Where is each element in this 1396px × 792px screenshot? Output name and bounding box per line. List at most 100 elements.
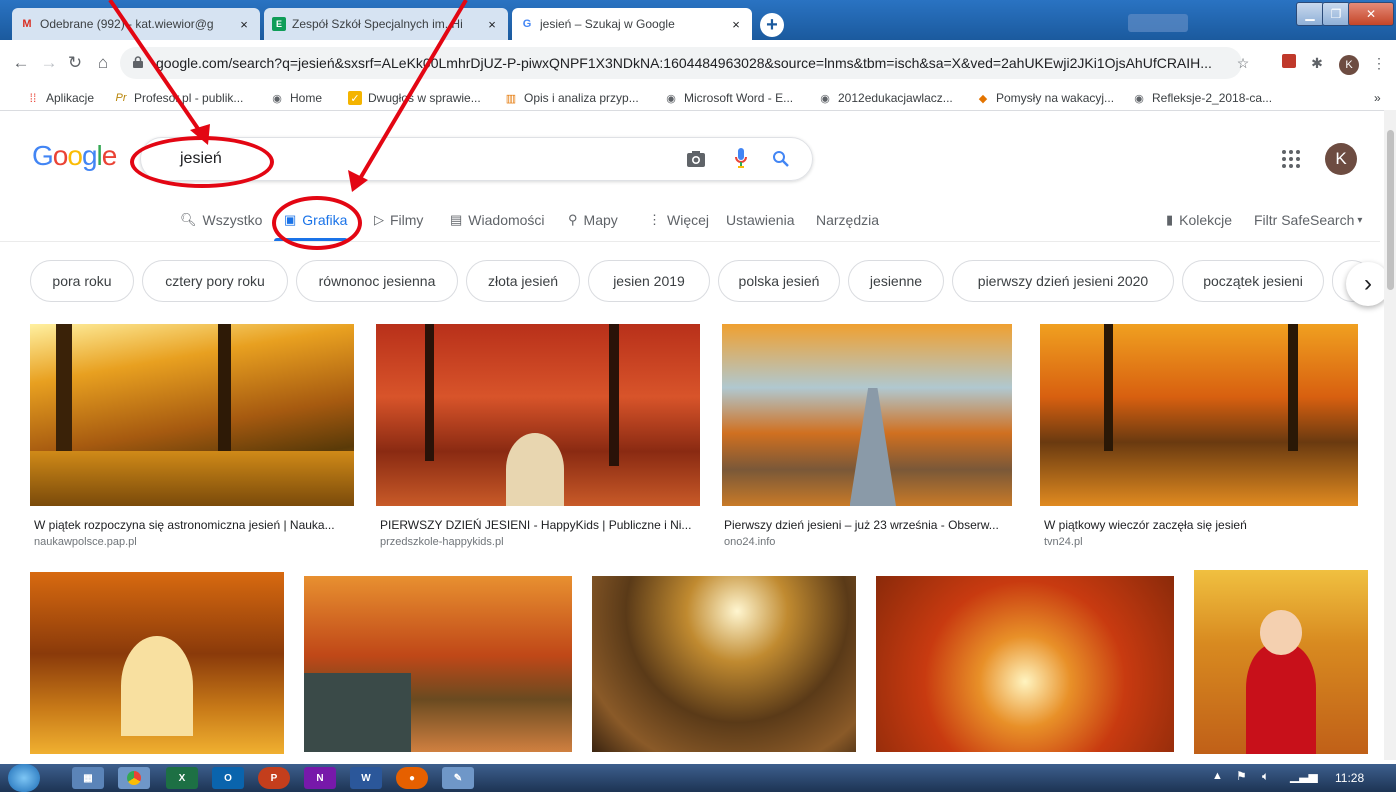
bookmarks-more[interactable]: » <box>1374 88 1381 108</box>
bookmark-refleksje[interactable]: ◉ Refleksje-2_2018-ca... <box>1132 88 1272 108</box>
chip-polska-jesien[interactable]: polska jesień <box>718 260 840 302</box>
tab-ustawienia[interactable]: Ustawienia <box>726 208 794 232</box>
bookmark-home[interactable]: ◉ Home <box>270 88 322 108</box>
acrobat-extension-icon[interactable] <box>1278 52 1300 74</box>
tab-mapy[interactable]: ⚲ Mapy <box>568 208 618 232</box>
scrollbar-thumb[interactable] <box>1387 130 1394 290</box>
image-caption[interactable]: PIERWSZY DZIEŃ JESIENI - HappyKids | Pub… <box>380 518 700 532</box>
google-apps-icon[interactable] <box>1281 149 1301 169</box>
image-source: ono24.info <box>724 536 776 548</box>
excel-icon[interactable]: X <box>166 767 198 789</box>
browser-tab-gmail[interactable]: M Odebrane (992) - kat.wiewior@g × <box>12 8 260 40</box>
image-result-9[interactable] <box>1194 570 1368 754</box>
action-center-flag-icon[interactable]: ⚑ <box>1236 769 1247 783</box>
bookmark-pomysly[interactable]: ◆ Pomysły na wakacyj... <box>976 88 1114 108</box>
close-icon[interactable]: × <box>484 17 500 32</box>
profile-avatar[interactable]: K <box>1338 52 1360 75</box>
chip-rownonoc-jesienna[interactable]: równonoc jesienna <box>296 260 458 302</box>
image-result-5[interactable] <box>30 572 284 754</box>
taskbar-clock[interactable]: 11:28 <box>1335 771 1364 785</box>
bookmark-site-icon: ▥ <box>505 92 517 105</box>
tab-filmy[interactable]: ▷ Filmy <box>374 208 423 232</box>
search-icon[interactable] <box>772 150 790 168</box>
logo-letter: G <box>32 140 54 171</box>
word-icon[interactable]: W <box>350 767 382 789</box>
window-search-box[interactable] <box>1128 14 1188 32</box>
tab-narzedzia[interactable]: Narzędzia <box>816 208 879 232</box>
collections-label: Kolekcje <box>1179 212 1233 228</box>
paint-icon[interactable]: ✎ <box>442 767 474 789</box>
extensions-icon[interactable]: ✱ <box>1306 52 1328 74</box>
minimize-icon[interactable]: ▁ <box>1296 2 1324 26</box>
browser-tab-google[interactable]: G jesień – Szukaj w Google × <box>512 8 752 40</box>
menu-kebab-icon[interactable]: ⋮ <box>1368 52 1390 74</box>
tab-wiadomosci[interactable]: ▤ Wiadomości <box>450 208 545 232</box>
tab-wiecej[interactable]: ⋮ Więcej <box>648 208 709 232</box>
camera-icon[interactable] <box>686 150 706 168</box>
chip-pierwszy-dzien-jesieni-2020[interactable]: pierwszy dzień jesieni 2020 <box>952 260 1174 302</box>
logo-letter: g <box>81 140 98 171</box>
chip-pora-roku[interactable]: pora roku <box>30 260 134 302</box>
image-result-6[interactable] <box>304 576 572 752</box>
image-result-8[interactable] <box>876 576 1174 752</box>
new-tab-button[interactable]: + <box>760 13 784 37</box>
child-face <box>1260 610 1302 655</box>
google-logo[interactable]: Google <box>32 140 118 172</box>
star-icon[interactable]: ☆ <box>1232 52 1254 74</box>
onenote-icon[interactable]: N <box>304 767 336 789</box>
tray-chevron-icon[interactable]: ▲ <box>1212 770 1223 782</box>
network-signal-icon[interactable]: ▁▃▅ <box>1290 769 1318 783</box>
volume-icon[interactable]: 🔈︎ <box>1262 769 1269 784</box>
close-icon[interactable]: × <box>236 17 252 32</box>
safesearch-filter[interactable]: Filtr SafeSearch ▾ <box>1254 208 1362 232</box>
chip-jesien-2019[interactable]: jesien 2019 <box>588 260 710 302</box>
caret-down-icon: ▾ <box>1357 214 1363 226</box>
tab-label: Wszystko <box>202 212 263 228</box>
logo-letter: e <box>101 140 118 171</box>
tab-label: Filmy <box>390 212 424 228</box>
microphone-icon[interactable] <box>734 147 748 169</box>
browser-tab-title: Zespół Szkół Specjalnych im. Hi <box>292 17 463 31</box>
image-result-2[interactable] <box>376 324 700 506</box>
powerpoint-icon[interactable]: P <box>258 767 290 789</box>
chip-zlota-jesien[interactable]: złota jesień <box>466 260 580 302</box>
reload-icon[interactable]: ↻ <box>64 52 86 74</box>
chip-jesienne[interactable]: jesienne <box>848 260 944 302</box>
browser-tab-school[interactable]: E Zespół Szkół Specjalnych im. Hi × <box>264 8 508 40</box>
image-result-3[interactable] <box>722 324 1012 506</box>
tree-trunk <box>424 324 435 461</box>
image-result-4[interactable] <box>1040 324 1358 506</box>
forward-icon[interactable]: → <box>38 52 60 74</box>
outlook-icon[interactable]: O <box>212 767 244 789</box>
avatar[interactable]: K <box>1325 143 1357 175</box>
address-bar[interactable]: google.com/search?q=jesień&sxsrf=ALeKk00… <box>120 47 1242 79</box>
bookmark-word[interactable]: ◉ Microsoft Word - E... <box>664 88 793 108</box>
bookmark-label: Profesor.pl - publik... <box>134 91 244 105</box>
image-result-1[interactable] <box>30 324 354 506</box>
bookmark-apps[interactable]: ⁞⁞ Aplikacje <box>26 88 94 108</box>
back-icon[interactable]: ← <box>10 52 32 74</box>
image-caption[interactable]: W piątek rozpoczyna się astronomiczna je… <box>34 518 354 532</box>
image-result-7[interactable] <box>592 576 856 752</box>
window-close-icon[interactable]: ✕ <box>1348 2 1394 26</box>
maximize-icon[interactable]: ❐ <box>1322 2 1350 26</box>
close-icon[interactable]: × <box>728 17 744 32</box>
chrome-icon[interactable] <box>118 767 150 789</box>
bookmark-dwuglos[interactable]: ✓ Dwugłos w sprawie... <box>348 88 481 108</box>
collections-link[interactable]: ▮ Kolekcje <box>1166 208 1232 232</box>
image-caption[interactable]: W piątkowy wieczór zaczęła się jesień <box>1044 518 1360 532</box>
bookmark-opis[interactable]: ▥ Opis i analiza przyp... <box>504 88 639 108</box>
bookmark-edukacja[interactable]: ◉ 2012edukacjawlacz... <box>818 88 953 108</box>
tab-wszystko[interactable]: 🔍︎ Wszystko <box>180 208 262 232</box>
globe-icon: ◉ <box>1134 92 1144 105</box>
image-caption[interactable]: Pierwszy dzień jesieni – już 23 września… <box>724 518 1016 532</box>
firefox-icon[interactable]: ● <box>396 767 428 789</box>
water <box>304 672 412 752</box>
explorer-icon[interactable]: ▦ <box>72 767 104 789</box>
chip-cztery-pory-roku[interactable]: cztery pory roku <box>142 260 288 302</box>
chip-poczatek-jesieni[interactable]: początek jesieni <box>1182 260 1324 302</box>
home-icon[interactable]: ⌂ <box>92 52 114 74</box>
windows-start-icon[interactable] <box>8 764 40 792</box>
tree-trunk <box>217 324 231 456</box>
bookmark-profesor[interactable]: Pr Profesor.pl - publik... <box>114 88 244 108</box>
